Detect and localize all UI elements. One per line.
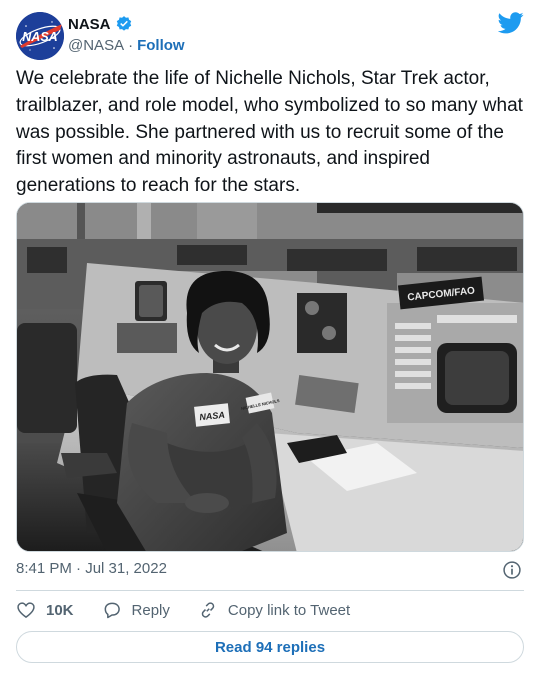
reply-button[interactable]: Reply — [102, 600, 170, 620]
avatar[interactable]: NASA — [16, 12, 64, 60]
tweet-actions: 10K Reply Copy link to Tweet — [16, 598, 378, 622]
copy-link-label: Copy link to Tweet — [227, 601, 351, 619]
copy-link-button[interactable]: Copy link to Tweet — [198, 600, 350, 620]
info-icon[interactable] — [502, 560, 522, 580]
like-button[interactable]: 10K — [16, 600, 74, 620]
like-count: 10K — [46, 601, 74, 619]
svg-text:NASA: NASA — [22, 30, 57, 44]
reply-label: Reply — [131, 601, 170, 619]
follow-button[interactable]: Follow — [137, 37, 185, 54]
tweet-timestamp[interactable]: 8:41 PM · Jul 31, 2022 — [16, 560, 167, 577]
verified-badge-icon — [116, 16, 131, 31]
reply-bubble-icon — [104, 602, 120, 619]
link-icon — [201, 602, 215, 618]
separator-dot: · — [128, 37, 134, 54]
twitter-bird-icon[interactable] — [498, 12, 524, 34]
author-name[interactable]: NASA — [68, 16, 111, 33]
divider — [16, 590, 524, 591]
tweet-card: NASA NASA @NASA · Follow We celebrate th… — [0, 0, 540, 678]
nasa-meatball-icon: NASA — [16, 12, 64, 60]
author-handle[interactable]: @NASA — [68, 37, 124, 54]
tweet-photo[interactable]: CAPCOM/FAO NASA NICHELLE NICHOLS — [16, 202, 524, 552]
tweet-header: NASA NASA @NASA · Follow — [16, 12, 524, 60]
tweet-text: We celebrate the life of Nichelle Nichol… — [16, 68, 523, 197]
photo-nichelle-nichols-mission-control: CAPCOM/FAO NASA NICHELLE NICHOLS — [17, 203, 523, 551]
author-block: NASA @NASA · Follow — [68, 14, 185, 55]
heart-icon — [17, 602, 35, 619]
read-replies-button[interactable]: Read 94 replies — [16, 631, 524, 663]
